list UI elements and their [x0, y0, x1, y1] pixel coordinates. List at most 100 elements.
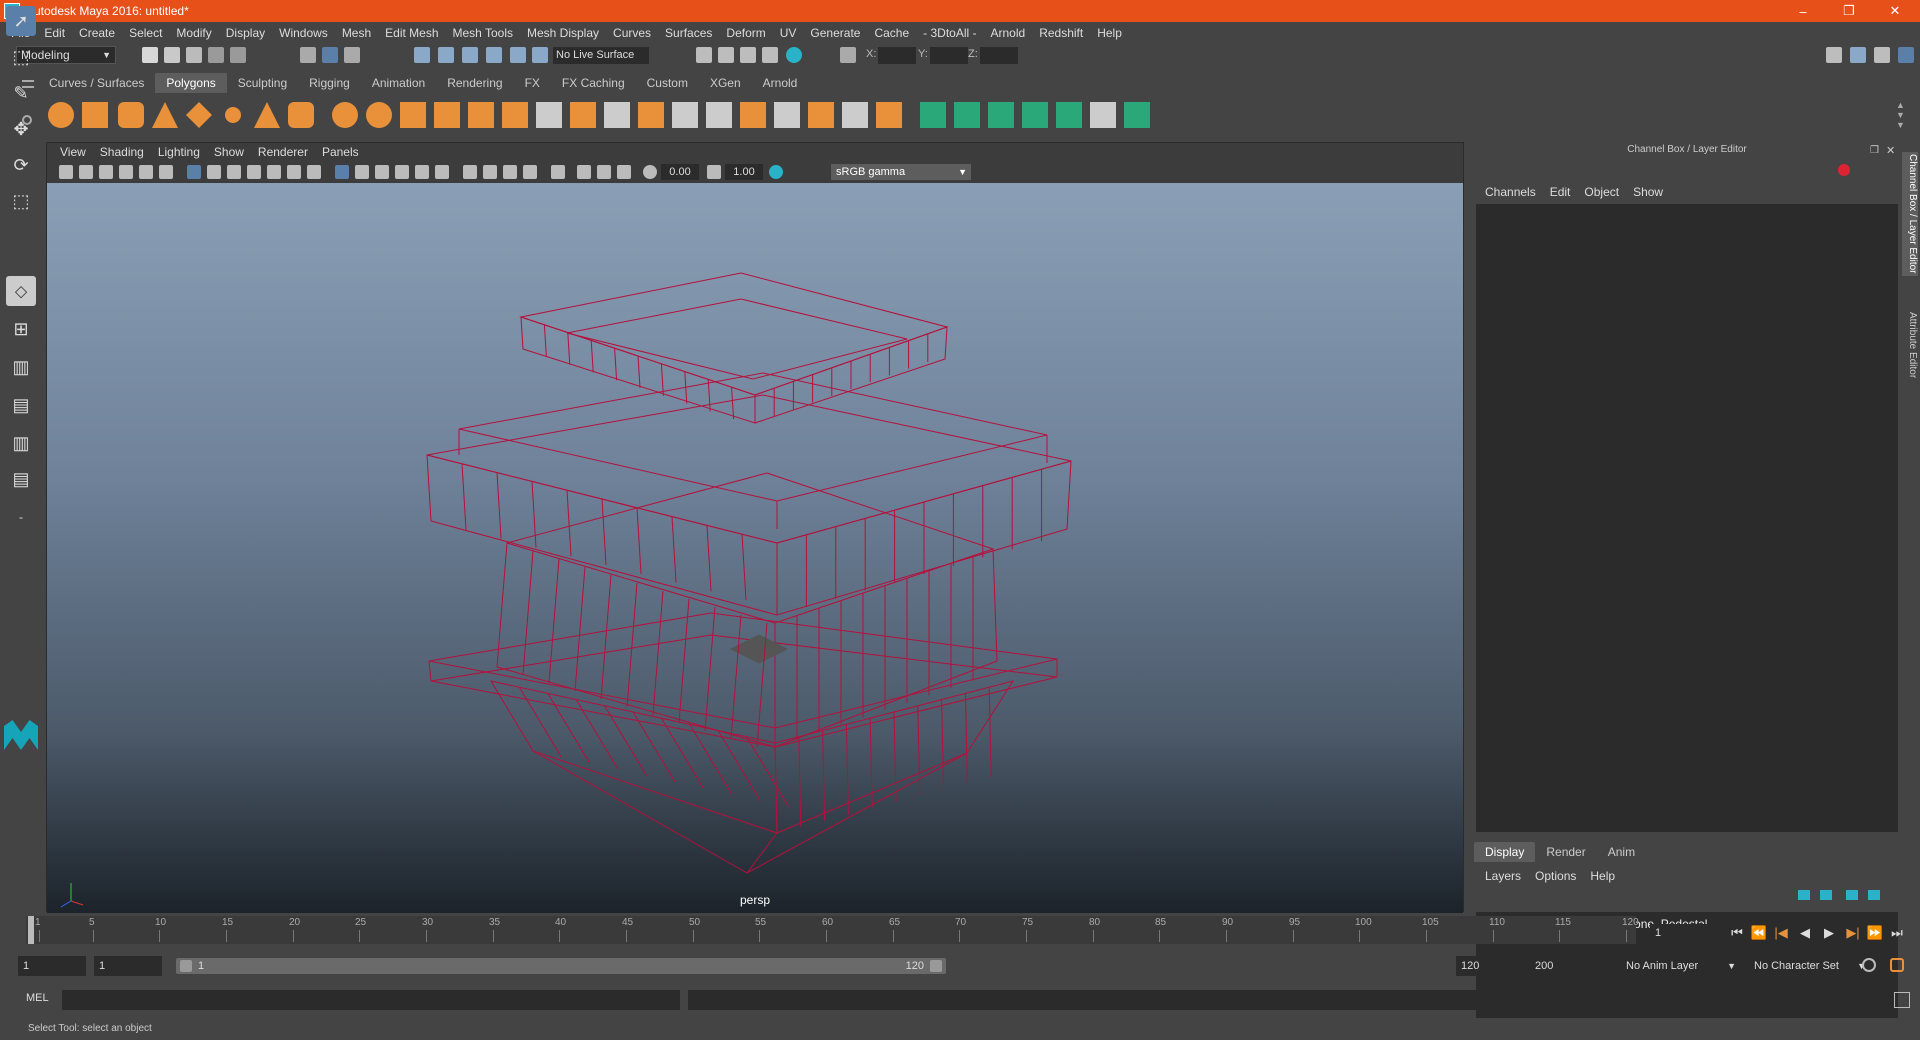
- play-backwards-button[interactable]: ◀: [1796, 924, 1814, 942]
- script-editor-icon[interactable]: [1894, 992, 1910, 1008]
- exposure-field[interactable]: 0.00: [661, 164, 699, 180]
- textured-icon[interactable]: [415, 165, 429, 179]
- menu-cache[interactable]: Cache: [867, 26, 916, 40]
- separate-icon[interactable]: [366, 102, 392, 128]
- grease-pencil-icon[interactable]: [159, 165, 173, 179]
- menu-mesh-display[interactable]: Mesh Display: [520, 26, 606, 40]
- menu-generate[interactable]: Generate: [803, 26, 867, 40]
- go-to-end-button[interactable]: ⏭: [1888, 924, 1906, 942]
- field-chart-icon[interactable]: [267, 165, 281, 179]
- select-camera-icon[interactable]: [59, 165, 73, 179]
- safe-title-icon[interactable]: [307, 165, 321, 179]
- viewport-menu-renderer[interactable]: Renderer: [251, 145, 315, 159]
- camera-attributes-icon[interactable]: [79, 165, 93, 179]
- poly-cone-icon[interactable]: [152, 102, 178, 128]
- menu-arnold[interactable]: Arnold: [984, 26, 1033, 40]
- ipr-render-icon[interactable]: [740, 47, 756, 63]
- tab-display-layers[interactable]: Display: [1474, 842, 1536, 862]
- wireframe-on-shaded-icon[interactable]: [395, 165, 409, 179]
- poly-torus-icon[interactable]: [220, 102, 246, 128]
- menu-select[interactable]: Select: [122, 26, 169, 40]
- color-space-select[interactable]: sRGB gamma ▼: [831, 164, 971, 180]
- persp-outliner-layout-icon[interactable]: ▥: [6, 352, 36, 382]
- tab-sculpting[interactable]: Sculpting: [227, 73, 298, 93]
- select-component-icon[interactable]: [344, 47, 360, 63]
- layer-options-menu[interactable]: Options: [1528, 869, 1583, 883]
- single-perspective-layout-icon[interactable]: ⬦: [6, 276, 36, 306]
- step-forward-frame-button[interactable]: ▶|: [1844, 924, 1862, 942]
- snap-curve-icon[interactable]: [438, 47, 454, 63]
- unfold-uv-icon[interactable]: [1056, 102, 1082, 128]
- menu-modify[interactable]: Modify: [169, 26, 218, 40]
- character-set-select[interactable]: No Character Set ▼: [1748, 956, 1870, 976]
- menu-help[interactable]: Help: [1090, 26, 1129, 40]
- script-language-label[interactable]: MEL: [26, 992, 49, 1004]
- hypershade-icon[interactable]: [786, 47, 802, 63]
- undo-icon[interactable]: [208, 47, 224, 63]
- render-view-icon[interactable]: [696, 47, 712, 63]
- automatic-uv-icon[interactable]: [1022, 102, 1048, 128]
- menu-edit-mesh[interactable]: Edit Mesh: [378, 26, 445, 40]
- playback-start-field[interactable]: 1: [94, 956, 162, 976]
- menu-redshift[interactable]: Redshift: [1032, 26, 1090, 40]
- cb-object-menu[interactable]: Object: [1577, 185, 1626, 199]
- uv-editor-icon[interactable]: [1124, 102, 1150, 128]
- screen-space-ao-icon[interactable]: [483, 165, 497, 179]
- spherical-uv-icon[interactable]: [988, 102, 1014, 128]
- 2d-pan-zoom-icon[interactable]: [139, 165, 153, 179]
- tab-anim-layers[interactable]: Anim: [1597, 842, 1646, 862]
- safe-action-icon[interactable]: [287, 165, 301, 179]
- command-input[interactable]: [62, 990, 680, 1010]
- x-field[interactable]: [878, 47, 916, 64]
- smooth-shade-icon[interactable]: [355, 165, 369, 179]
- isolate-select-icon[interactable]: [551, 165, 565, 179]
- viewport-menu-shading[interactable]: Shading: [93, 145, 151, 159]
- range-end-handle[interactable]: [930, 960, 942, 972]
- poly-cube-icon[interactable]: [82, 102, 108, 128]
- xray-joints-icon[interactable]: [597, 165, 611, 179]
- snap-surface-icon[interactable]: [510, 47, 526, 63]
- viewport-menu-view[interactable]: View: [53, 145, 93, 159]
- tool-settings-icon[interactable]: [1874, 47, 1890, 63]
- anim-layer-select[interactable]: No Anim Layer ▼: [1620, 956, 1740, 976]
- uv-checker-icon[interactable]: [1090, 102, 1116, 128]
- extract-icon[interactable]: [876, 102, 902, 128]
- open-scene-icon[interactable]: [164, 47, 180, 63]
- insert-edge-loop-icon[interactable]: [740, 102, 766, 128]
- multi-cut-icon[interactable]: [706, 102, 732, 128]
- select-object-icon[interactable]: [322, 47, 338, 63]
- resolution-gate-icon[interactable]: [227, 165, 241, 179]
- four-view-layout-icon[interactable]: ⊞: [6, 314, 36, 344]
- save-scene-icon[interactable]: [186, 47, 202, 63]
- anti-aliasing-icon[interactable]: [523, 165, 537, 179]
- y-field[interactable]: [930, 47, 968, 64]
- tab-fx-caching[interactable]: FX Caching: [551, 73, 636, 93]
- layer-help-menu[interactable]: Help: [1583, 869, 1622, 883]
- xray-icon[interactable]: [577, 165, 591, 179]
- append-polygon-icon[interactable]: [604, 102, 630, 128]
- color-management-icon[interactable]: [769, 165, 783, 179]
- mirror-icon[interactable]: [468, 102, 494, 128]
- animation-start-field[interactable]: 1: [18, 956, 86, 976]
- z-field[interactable]: [980, 47, 1018, 64]
- float-panel-icon[interactable]: ❐: [1870, 145, 1879, 156]
- toolbox-collapse-icon[interactable]: -: [6, 502, 36, 532]
- menu-3dtoall[interactable]: - 3DtoAll -: [916, 26, 983, 40]
- image-plane-icon[interactable]: [119, 165, 133, 179]
- shadows-icon[interactable]: [463, 165, 477, 179]
- select-hierarchy-icon[interactable]: [300, 47, 316, 63]
- step-back-key-button[interactable]: ⏪: [1750, 924, 1768, 942]
- tab-fx[interactable]: FX: [514, 73, 551, 93]
- smooth-icon[interactable]: [400, 102, 426, 128]
- select-tool-icon[interactable]: ➚: [6, 6, 36, 36]
- current-frame-field[interactable]: 1: [1650, 924, 1718, 942]
- menu-edit[interactable]: Edit: [37, 26, 72, 40]
- new-layer-icon[interactable]: [1846, 890, 1858, 900]
- poly-pyramid-icon[interactable]: [254, 102, 280, 128]
- minimize-button[interactable]: –: [1780, 0, 1826, 22]
- poly-sphere-icon[interactable]: [48, 102, 74, 128]
- viewport-menu-show[interactable]: Show: [207, 145, 251, 159]
- close-button[interactable]: ✕: [1872, 0, 1918, 22]
- persp-hypershade-layout-icon[interactable]: ▥: [6, 428, 36, 458]
- snap-grid-icon[interactable]: [414, 47, 430, 63]
